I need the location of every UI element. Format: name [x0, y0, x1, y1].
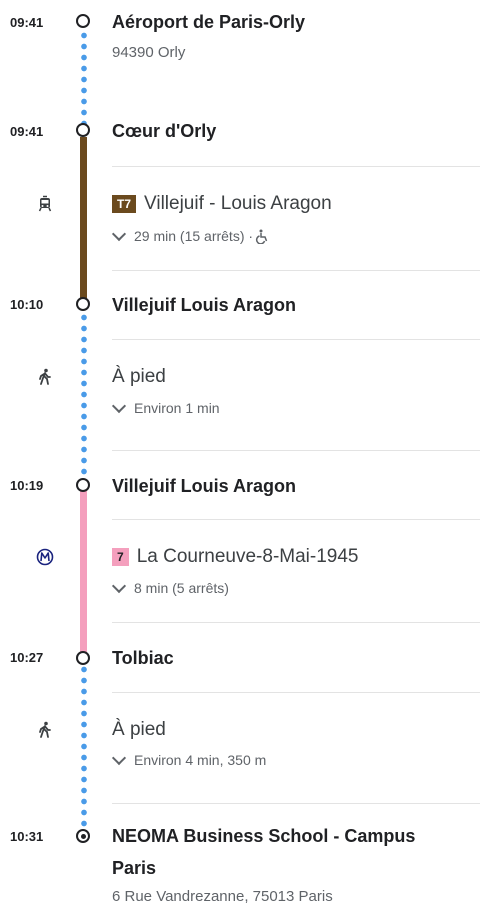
stop-node — [76, 297, 90, 311]
stop-name[interactable]: Aéroport de Paris-Orly — [112, 12, 305, 33]
stop-time: 10:10 — [10, 297, 44, 312]
walk-detail-toggle[interactable]: Environ 1 min — [111, 398, 220, 416]
tram-direction[interactable]: T7 Villejuif - Louis Aragon — [112, 193, 332, 215]
tram-direction-label: Villejuif - Louis Aragon — [144, 193, 332, 214]
chevron-down-icon — [111, 750, 127, 766]
stop-time: 10:19 — [10, 478, 44, 493]
stop-time: 10:27 — [10, 650, 44, 665]
stop-time: 09:41 — [10, 124, 44, 139]
tram-detail-toggle[interactable]: 29 min (15 arrêts) · — [111, 226, 269, 244]
stop-name[interactable]: Tolbiac — [112, 648, 174, 669]
stop-name[interactable]: Villejuif Louis Aragon — [112, 476, 296, 497]
divider — [112, 166, 480, 167]
destination-name-line2[interactable]: Paris — [112, 858, 156, 879]
divider — [112, 622, 480, 623]
divider — [112, 339, 480, 340]
walk-mode-label: À pied — [112, 719, 166, 740]
stop-address: 94390 Orly — [112, 44, 186, 61]
stop-node — [76, 651, 90, 665]
stop-time: 09:41 — [10, 15, 44, 30]
walk-mode-label: À pied — [112, 366, 166, 387]
wheelchair-icon — [255, 229, 268, 244]
stop-name[interactable]: Cœur d'Orly — [112, 121, 216, 142]
metro-direction-label: La Courneuve-8-Mai-1945 — [136, 546, 359, 567]
metro-direction[interactable]: 7 La Courneuve-8-Mai-1945 — [112, 546, 358, 568]
stop-time: 10:31 — [10, 829, 44, 844]
divider — [112, 519, 480, 520]
tram-line-connector — [80, 137, 87, 303]
destination-address: 6 Rue Vandrezanne, 75013 Paris — [112, 888, 333, 905]
tram-detail-text: 29 min (15 arrêts) · — [134, 228, 254, 244]
stop-node — [76, 14, 90, 28]
divider — [112, 803, 480, 804]
destination-name-line1[interactable]: NEOMA Business School - Campus — [112, 826, 415, 847]
walk-detail-toggle[interactable]: Environ 4 min, 350 m — [111, 750, 267, 768]
walk-connector-1 — [81, 30, 87, 126]
walk-detail-text: Environ 4 min, 350 m — [134, 752, 267, 768]
metro-icon — [36, 548, 54, 566]
walking-icon — [39, 721, 51, 738]
walk-connector-2 — [81, 312, 87, 480]
chevron-down-icon — [111, 578, 127, 594]
chevron-down-icon — [111, 398, 127, 414]
tram-icon — [38, 195, 52, 212]
stop-node — [76, 478, 90, 492]
divider — [112, 692, 480, 693]
divider — [112, 270, 480, 271]
metro-line-connector — [80, 491, 87, 653]
walking-icon — [39, 368, 51, 385]
metro-line-badge: 7 — [112, 548, 129, 566]
metro-detail-text: 8 min (5 arrêts) — [134, 580, 229, 596]
stop-name[interactable]: Villejuif Louis Aragon — [112, 295, 296, 316]
divider — [112, 450, 480, 451]
chevron-down-icon — [111, 226, 127, 242]
metro-detail-toggle[interactable]: 8 min (5 arrêts) — [111, 578, 229, 596]
walk-detail-text: Environ 1 min — [134, 400, 220, 416]
walk-connector-3 — [81, 664, 87, 830]
stop-node — [76, 123, 90, 137]
tram-line-badge: T7 — [112, 195, 137, 213]
destination-node — [76, 829, 90, 843]
